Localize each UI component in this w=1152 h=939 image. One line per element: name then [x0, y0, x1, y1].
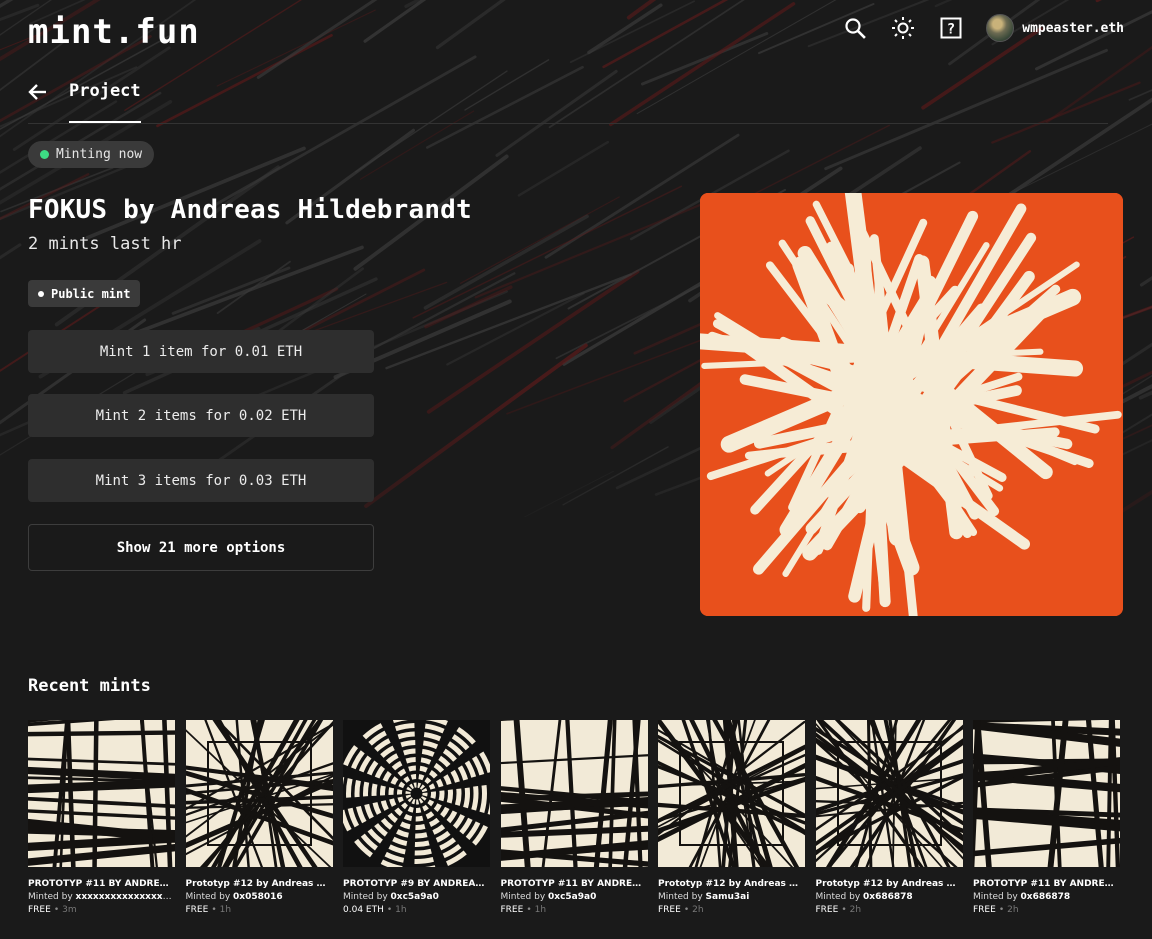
minted-by: Minted by 0xc5a9a0	[343, 892, 490, 902]
project-nav: Project	[28, 78, 1108, 124]
mint-title: Prototyp #12 by Andreas Hildebrandt	[658, 879, 805, 889]
separator: •	[526, 905, 532, 915]
help-icon[interactable]: ?	[938, 15, 964, 41]
mint-time-ago: 2h	[692, 905, 704, 915]
minter-address[interactable]: xxxxxxxxxxxxxxxxx.eth	[76, 892, 175, 902]
mint-meta: FREE • 2h	[973, 905, 1120, 915]
mint-thumbnail	[28, 720, 175, 867]
minter-address[interactable]: 0xc5a9a0	[391, 892, 439, 902]
mint-time-ago: 2h	[849, 905, 862, 915]
mint-title: Prototyp #12 by Andreas Hildebrandt	[815, 879, 963, 889]
recent-mint-card[interactable]: PROTOTYP #11 BY ANDREAS HILDEBRANDT Minte…	[28, 720, 175, 915]
mint-time-ago: 1h	[219, 905, 232, 915]
mint-time-ago: 1h	[534, 905, 547, 915]
mint-title: PROTOTYP #11 BY ANDREAS HILDEBRANDT	[500, 879, 648, 889]
mint-thumbnail	[658, 720, 805, 867]
mint-meta: FREE • 3m	[28, 905, 175, 915]
recent-mints-grid: PROTOTYP #11 BY ANDREAS HILDEBRANDT Minte…	[28, 720, 1124, 930]
mint-thumbnail	[185, 720, 333, 867]
mintfun-logo[interactable]: mint.fun	[28, 12, 200, 52]
svg-text:?: ?	[947, 22, 955, 38]
separator: •	[53, 905, 60, 915]
minter-address[interactable]: Samu3ai	[706, 892, 750, 902]
mint-title: Prototyp #12 by Andreas Hildebrandt	[185, 879, 333, 889]
mint-meta: FREE • 2h	[658, 905, 805, 915]
separator: •	[211, 905, 217, 915]
mint-thumbnail	[973, 720, 1120, 867]
project-title: FOKUS by Andreas Hildebrandt	[28, 195, 472, 225]
status-dot-icon	[40, 150, 49, 159]
project-artwork[interactable]	[700, 193, 1123, 616]
minted-by-label: Minted by	[973, 892, 1021, 902]
minted-by: Minted by 0x686878	[973, 892, 1120, 902]
minted-by-label: Minted by	[815, 892, 864, 902]
show-more-options-button[interactable]: Show 21 more options	[28, 524, 374, 571]
minter-address[interactable]: 0xc5a9a0	[548, 892, 596, 902]
minted-by-label: Minted by	[28, 892, 76, 902]
minted-by: Minted by 0x058016	[186, 892, 333, 902]
recent-mints-heading: Recent mints	[28, 676, 151, 696]
recent-mint-card[interactable]: Prototyp #12 by Andreas Hildebrandt Minte…	[185, 720, 333, 915]
minted-by: Minted by Samu3ai	[658, 892, 805, 902]
separator: •	[683, 905, 690, 915]
mint-option-button[interactable]: Mint 2 items for 0.02 ETH	[28, 394, 374, 437]
mint-title: PROTOTYP #11 BY ANDREAS HILDEBRANDT	[28, 879, 175, 889]
mint-time-ago: 1h	[395, 905, 407, 915]
bullet-icon	[38, 290, 44, 297]
mint-title: PROTOTYP #11 BY ANDREAS HILDEBRANDT	[973, 879, 1120, 889]
minted-by: Minted by xxxxxxxxxxxxxxxxx.eth	[28, 892, 175, 902]
status-label: Minting now	[56, 147, 143, 162]
mint-meta: FREE • 2h	[816, 905, 963, 915]
mint-title: PROTOTYP #9 BY ANDREAS HILDEBRANDT	[343, 879, 490, 889]
mint-meta: 0.04 ETH • 1h	[343, 905, 490, 915]
minted-by-label: Minted by	[500, 892, 549, 902]
minted-by-label: Minted by	[185, 892, 234, 902]
mint-thumbnail	[815, 720, 963, 867]
search-icon[interactable]	[842, 15, 868, 41]
mint-price: FREE	[658, 905, 681, 915]
separator: •	[386, 905, 393, 915]
mints-rate: 2 mints last hr	[28, 234, 182, 254]
minted-by: Minted by 0x686878	[816, 892, 963, 902]
mint-option-button[interactable]: Mint 3 items for 0.03 ETH	[28, 459, 374, 502]
mint-option-button[interactable]: Mint 1 item for 0.01 ETH	[28, 330, 374, 373]
minter-address[interactable]: 0x058016	[233, 892, 283, 902]
mint-price: FREE	[815, 905, 839, 915]
phase-label: Public mint	[51, 286, 131, 301]
minted-by-label: Minted by	[658, 892, 706, 902]
recent-mint-card[interactable]: PROTOTYP #11 BY ANDREAS HILDEBRANDT Minte…	[973, 720, 1120, 915]
minter-address[interactable]: 0x686878	[1021, 892, 1071, 902]
separator: •	[998, 905, 1005, 915]
back-arrow-icon[interactable]	[28, 82, 48, 106]
avatar	[986, 14, 1015, 42]
mint-price: FREE	[28, 905, 51, 915]
minted-by: Minted by 0xc5a9a0	[501, 892, 648, 902]
mint-thumbnail	[343, 720, 490, 867]
sun-icon[interactable]	[890, 15, 916, 41]
artwork-image	[700, 193, 1123, 616]
recent-mint-card[interactable]: Prototyp #12 by Andreas Hildebrandt Minte…	[658, 720, 805, 915]
recent-mint-card[interactable]: PROTOTYP #11 BY ANDREAS HILDEBRANDT Minte…	[500, 720, 648, 915]
status-badge: Minting now	[28, 141, 155, 168]
tab-project[interactable]: Project	[69, 78, 141, 123]
mint-meta: FREE • 1h	[501, 905, 648, 915]
header-actions: ? wmpeaster.eth	[842, 12, 1124, 44]
separator: •	[841, 905, 847, 915]
mint-time-ago: 2h	[1007, 905, 1019, 915]
mint-time-ago: 3m	[62, 905, 77, 915]
mint-price: FREE	[500, 905, 524, 915]
mint-price: 0.04 ETH	[343, 905, 384, 915]
mint-price: FREE	[185, 905, 209, 915]
recent-mint-card[interactable]: PROTOTYP #9 BY ANDREAS HILDEBRANDT Minted…	[343, 720, 490, 915]
minted-by-label: Minted by	[343, 892, 391, 902]
recent-mint-card[interactable]: Prototyp #12 by Andreas Hildebrandt Minte…	[815, 720, 963, 915]
username: wmpeaster.eth	[1022, 20, 1124, 36]
mint-thumbnail	[500, 720, 648, 867]
phase-badge: Public mint	[28, 280, 141, 307]
user-menu[interactable]: wmpeaster.eth	[986, 14, 1124, 42]
minter-address[interactable]: 0x686878	[863, 892, 913, 902]
mint-price: FREE	[973, 905, 996, 915]
mint-meta: FREE • 1h	[186, 905, 333, 915]
